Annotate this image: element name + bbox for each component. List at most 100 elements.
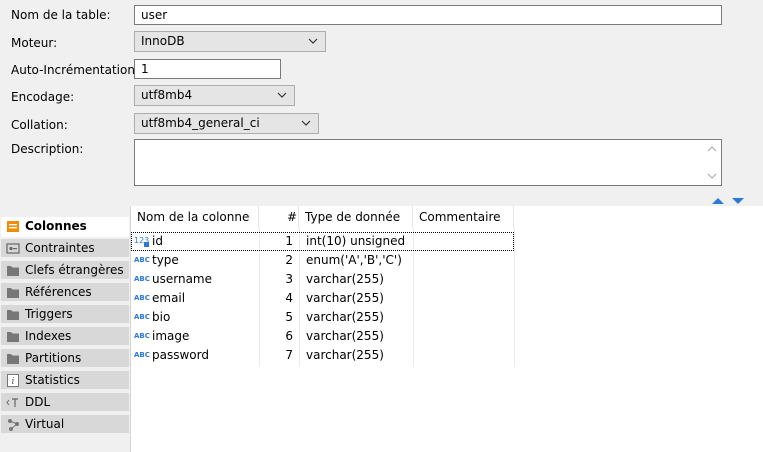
column-name: type [152,253,179,267]
tab-label: Contraintes [25,241,95,255]
chevron-down-icon [277,92,287,98]
tab-indexes[interactable]: Indexes [1,327,129,347]
column-type: enum('A','B','C') [306,253,402,267]
tab-references[interactable]: Références [1,283,129,303]
tab-virtual[interactable]: Virtual [1,415,129,435]
table-name-label: Nom de la table: [11,8,111,22]
column-type: int(10) unsigned [306,234,406,248]
scroll-down-icon[interactable] [707,172,717,180]
folder-icon [7,266,19,276]
column-type: varchar(255) [306,291,384,305]
tab-label: Partitions [25,351,82,365]
encoding-label: Encodage: [11,90,75,104]
tab-clefs-etrangeres[interactable]: Clefs étrangères [1,261,129,281]
collapse-down-icon[interactable] [731,197,745,205]
tab-triggers[interactable]: Triggers [1,305,129,325]
column-number: 7 [285,348,293,362]
header-column-number[interactable]: # [259,206,299,228]
chevron-down-icon [308,38,318,44]
text-type-icon: ABC [134,332,150,340]
engine-value: InnoDB [141,34,185,48]
folder-icon [7,310,19,320]
text-type-icon: ABC [134,313,150,321]
scroll-up-icon[interactable] [707,145,717,153]
column-name: email [152,291,186,305]
column-number: 2 [285,253,293,267]
collation-label: Collation: [11,118,68,132]
text-type-icon: ABC [134,294,150,302]
tab-statistics[interactable]: i Statistics [1,371,129,391]
tab-colonnes[interactable]: Colonnes [1,217,129,237]
column-number: 1 [285,234,293,248]
column-name: id [152,234,163,248]
auto-increment-label: Auto-Incrémentation: [11,63,139,77]
info-icon: i [7,374,19,387]
header-data-type[interactable]: Type de donnée [299,206,413,228]
tab-label: Clefs étrangères [25,263,124,277]
engine-select[interactable]: InnoDB [134,31,326,52]
header-column-name[interactable]: Nom de la colonne [131,206,259,228]
table-row[interactable]: ABC type 2 enum('A','B','C') [131,251,514,270]
column-number: 6 [285,329,293,343]
ddl-icon [6,398,18,407]
tab-label: Références [25,285,92,299]
svg-text:ABC: ABC [134,332,150,340]
header-comment[interactable]: Commentaire [413,206,514,228]
column-number: 5 [285,310,293,324]
folder-icon [7,332,19,342]
columns-grid[interactable]: Nom de la colonne # Type de donnée Comme… [130,206,763,452]
auto-increment-input[interactable]: 1 [134,59,281,79]
numeric-key-icon: 123 [134,236,149,247]
tab-label: Indexes [25,329,72,343]
table-row[interactable]: ABC password 7 varchar(255) [131,346,514,365]
column-type: varchar(255) [306,329,384,343]
svg-text:i: i [12,377,15,387]
collation-select[interactable]: utf8mb4_general_ci [134,113,319,134]
svg-text:ABC: ABC [134,351,150,359]
tab-label: Virtual [25,417,65,431]
description-scrollbar[interactable] [704,140,721,185]
key-icon [6,243,20,254]
column-type: varchar(255) [306,272,384,286]
table-row[interactable]: ABC email 4 varchar(255) [131,289,514,308]
text-type-icon: ABC [134,351,150,359]
column-name: username [152,272,212,286]
tab-ddl[interactable]: DDL [1,393,129,413]
table-name-input[interactable]: user [134,5,722,25]
collation-value: utf8mb4_general_ci [141,116,260,130]
svg-text:ABC: ABC [134,313,150,321]
encoding-value: utf8mb4 [141,88,193,102]
table-row[interactable]: ABC image 6 varchar(255) [131,327,514,346]
collapse-up-icon[interactable] [711,197,725,205]
chevron-down-icon [301,120,311,126]
panel-splitter[interactable] [0,195,763,206]
svg-text:ABC: ABC [134,294,150,302]
tab-partitions[interactable]: Partitions [1,349,129,369]
engine-label: Moteur: [11,36,58,50]
svg-text:ABC: ABC [134,275,150,283]
tab-label: Colonnes [25,219,87,233]
text-type-icon: ABC [134,275,150,283]
svg-text:ABC: ABC [134,256,150,264]
folder-icon [7,288,19,298]
column-name: password [152,348,209,362]
table-row[interactable]: 123 id 1 int(10) unsigned [131,232,514,251]
column-number: 4 [285,291,293,305]
virtual-icon [8,419,19,431]
column-divider [514,228,515,367]
description-label: Description: [11,142,84,156]
column-name: image [152,329,190,343]
tab-label: Triggers [25,307,73,321]
encoding-select[interactable]: utf8mb4 [134,85,295,106]
columns-icon [7,221,19,232]
text-type-icon: ABC [134,256,150,264]
tab-label: DDL [25,395,51,409]
folder-icon [7,354,19,364]
tab-contraintes[interactable]: Contraintes [1,239,129,259]
table-row[interactable]: ABC username 3 varchar(255) [131,270,514,289]
column-number: 3 [285,272,293,286]
table-row[interactable]: ABC bio 5 varchar(255) [131,308,514,327]
column-type: varchar(255) [306,348,384,362]
description-textarea[interactable] [134,139,722,186]
editor-tabs: Colonnes Contraintes Clefs étrangères Ré… [0,215,130,452]
